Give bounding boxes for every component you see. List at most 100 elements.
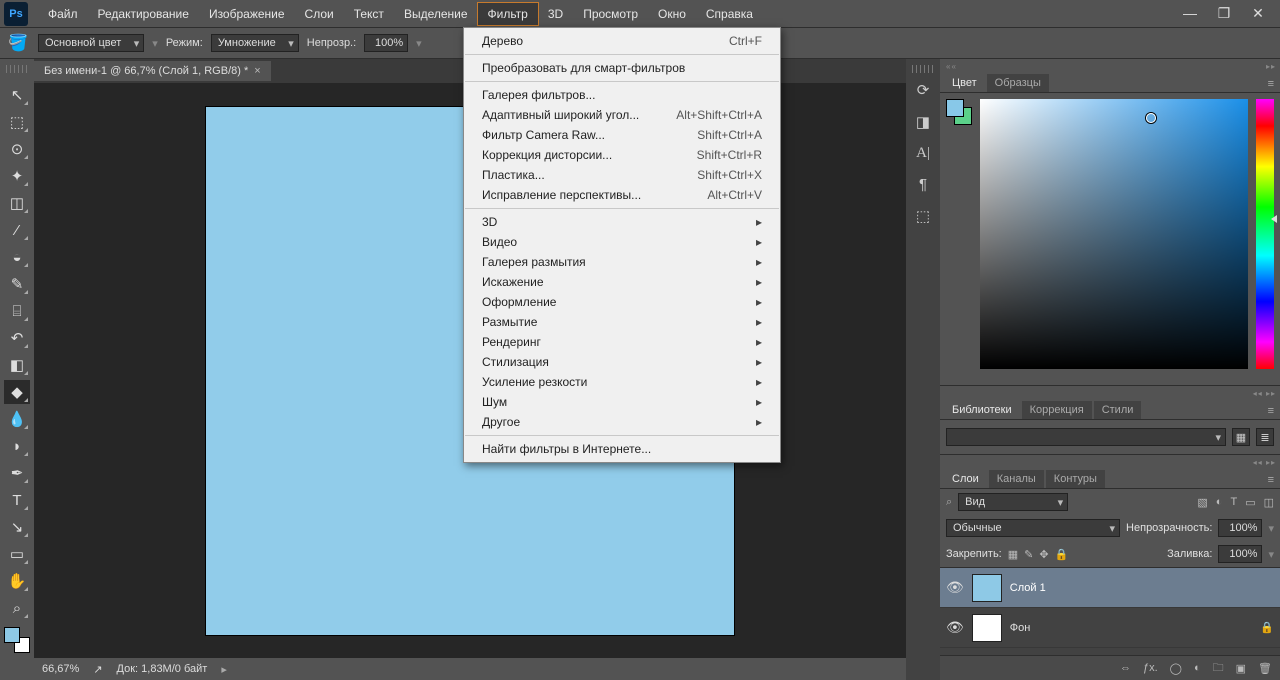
lock-trans-icon[interactable]: ▦ xyxy=(1008,548,1018,561)
panel-menu-icon[interactable]: ≡ xyxy=(1262,76,1280,92)
eraser-tool[interactable]: ◧ xyxy=(4,353,30,377)
menu-item[interactable]: Рендеринг▸ xyxy=(464,332,780,352)
fg-bg-swatch[interactable] xyxy=(946,99,972,125)
fx-icon[interactable]: ƒx. xyxy=(1143,662,1158,674)
collapse-icon[interactable]: ◂◂ ▸▸ xyxy=(1253,458,1280,467)
menu-item[interactable]: Фильтр Camera Raw...Shift+Ctrl+A xyxy=(464,125,780,145)
bucket-tool[interactable]: ◆ xyxy=(4,380,30,404)
menu-item[interactable]: Исправление перспективы...Alt+Ctrl+V xyxy=(464,185,780,205)
menu-выделение[interactable]: Выделение xyxy=(394,3,478,25)
character-icon[interactable]: A| xyxy=(916,145,930,162)
layer-row[interactable]: 👁Фон🔒 xyxy=(940,608,1280,648)
panel-menu-icon[interactable]: ≡ xyxy=(1262,403,1280,419)
tab-color[interactable]: Цвет xyxy=(944,74,985,92)
layer-name[interactable]: Слой 1 xyxy=(1010,582,1046,594)
panel-grip[interactable]: ◂◂ ▸▸ xyxy=(940,455,1280,469)
mask-icon[interactable]: ◯ xyxy=(1170,662,1182,675)
menu-item[interactable]: Видео▸ xyxy=(464,232,780,252)
menu-3d[interactable]: 3D xyxy=(538,3,573,25)
menu-item[interactable]: Адаптивный широкий угол...Alt+Shift+Ctrl… xyxy=(464,105,780,125)
collapse-icon[interactable]: ▸▸ xyxy=(1266,62,1280,71)
smart-filter-icon[interactable]: ◫ xyxy=(1264,496,1274,509)
fg-bg-swatch-tool[interactable] xyxy=(4,627,30,653)
path-tool[interactable]: ↘ xyxy=(4,515,30,539)
pen-tool[interactable]: ✒ xyxy=(4,461,30,485)
lasso-tool[interactable]: ⊙ xyxy=(4,137,30,161)
library-select[interactable] xyxy=(946,428,1226,446)
close-button[interactable]: ✕ xyxy=(1246,5,1270,22)
opacity-input[interactable]: 100% xyxy=(364,34,408,52)
menu-item[interactable]: ДеревоCtrl+F xyxy=(464,31,780,51)
layer-row[interactable]: 👁Слой 1 xyxy=(940,568,1280,608)
shape-tool[interactable]: ▭ xyxy=(4,542,30,566)
menu-item[interactable]: Искажение▸ xyxy=(464,272,780,292)
paragraph-icon[interactable]: ¶ xyxy=(919,176,927,193)
group-icon[interactable]: 🗀 xyxy=(1213,659,1224,678)
menu-слои[interactable]: Слои xyxy=(295,3,344,25)
menu-редактирование[interactable]: Редактирование xyxy=(88,3,199,25)
type-filter-icon[interactable]: T xyxy=(1230,496,1237,509)
menu-item[interactable]: Оформление▸ xyxy=(464,292,780,312)
blur-tool[interactable]: 💧 xyxy=(4,407,30,431)
panel-grip[interactable]: ◂◂ ▸▸ xyxy=(940,386,1280,400)
tab-adjustments[interactable]: Коррекция xyxy=(1022,401,1092,419)
trash-icon[interactable]: 🗑 xyxy=(1258,662,1272,675)
hue-slider[interactable] xyxy=(1256,99,1274,369)
menu-изображение[interactable]: Изображение xyxy=(199,3,295,25)
layer-thumb[interactable] xyxy=(972,614,1002,642)
blend-mode-select[interactable]: Умножение xyxy=(211,34,299,52)
menu-item[interactable]: Другое▸ xyxy=(464,412,780,432)
menu-item[interactable]: Стилизация▸ xyxy=(464,352,780,372)
shape-filter-icon[interactable]: ▭ xyxy=(1245,496,1255,509)
eyedrop-tool[interactable]: ⁄ xyxy=(4,218,30,242)
fill-input[interactable]: 100% xyxy=(1218,545,1262,563)
zoom-level[interactable]: 66,67% xyxy=(42,663,79,675)
grid-view-icon[interactable]: ▦ xyxy=(1232,428,1250,446)
zoom-tool[interactable]: ⌕ xyxy=(4,596,30,620)
bucket-tool-icon[interactable]: 🪣 xyxy=(6,31,30,55)
marquee-tool[interactable]: ⬚ xyxy=(4,110,30,134)
menu-текст[interactable]: Текст xyxy=(344,3,394,25)
menu-item[interactable]: Размытие▸ xyxy=(464,312,780,332)
brush-tool[interactable]: ✎ xyxy=(4,272,30,296)
tab-layers[interactable]: Слои xyxy=(944,470,987,488)
heal-tool[interactable]: ◒ xyxy=(4,245,30,269)
collapse-icon[interactable]: ◂◂ ▸▸ xyxy=(1253,389,1280,398)
adjust-filter-icon[interactable]: ◐ xyxy=(1216,496,1223,509)
move-tool[interactable]: ↖ xyxy=(4,83,30,107)
wand-tool[interactable]: ✦ xyxy=(4,164,30,188)
pixel-filter-icon[interactable]: ▧ xyxy=(1197,496,1207,509)
new-layer-icon[interactable]: ▣ xyxy=(1236,662,1246,675)
menu-item[interactable]: Галерея размытия▸ xyxy=(464,252,780,272)
3d-icon[interactable]: ⬚ xyxy=(916,207,930,225)
blend-mode-select[interactable]: Обычные xyxy=(946,519,1120,537)
dodge-tool[interactable]: ◗ xyxy=(4,434,30,458)
menu-просмотр[interactable]: Просмотр xyxy=(573,3,648,25)
menu-фильтр[interactable]: Фильтр xyxy=(478,3,538,25)
adjustment-icon[interactable]: ◐ xyxy=(1194,662,1201,674)
chevron-right-icon[interactable]: ▸ xyxy=(221,663,227,676)
lock-all-icon[interactable]: 🔒 xyxy=(1055,548,1069,561)
crop-tool[interactable]: ◫ xyxy=(4,191,30,215)
menu-item[interactable]: Усиление резкости▸ xyxy=(464,372,780,392)
history-tool[interactable]: ↶ xyxy=(4,326,30,350)
layer-filter-select[interactable]: Вид xyxy=(958,493,1068,511)
foreground-select[interactable]: Основной цвет xyxy=(38,34,144,52)
panel-menu-icon[interactable]: ≡ xyxy=(1262,472,1280,488)
panel-grip[interactable]: ««▸▸ xyxy=(940,59,1280,73)
document-tab[interactable]: Без имени-1 @ 66,7% (Слой 1, RGB/8) * × xyxy=(34,61,271,81)
close-tab-icon[interactable]: × xyxy=(254,65,260,77)
menu-справка[interactable]: Справка xyxy=(696,3,763,25)
tab-channels[interactable]: Каналы xyxy=(989,470,1044,488)
layer-name[interactable]: Фон xyxy=(1010,622,1031,634)
export-icon[interactable]: ↗ xyxy=(93,663,102,676)
list-view-icon[interactable]: ≣ xyxy=(1256,428,1274,446)
stamp-tool[interactable]: ⌸ xyxy=(4,299,30,323)
layer-opacity-input[interactable]: 100% xyxy=(1218,519,1262,537)
menu-item[interactable]: Галерея фильтров... xyxy=(464,85,780,105)
hand-tool[interactable]: ✋ xyxy=(4,569,30,593)
menu-item[interactable]: Преобразовать для смарт-фильтров xyxy=(464,58,780,78)
menu-item[interactable]: Коррекция дисторсии...Shift+Ctrl+R xyxy=(464,145,780,165)
menu-окно[interactable]: Окно xyxy=(648,3,696,25)
tab-paths[interactable]: Контуры xyxy=(1046,470,1105,488)
